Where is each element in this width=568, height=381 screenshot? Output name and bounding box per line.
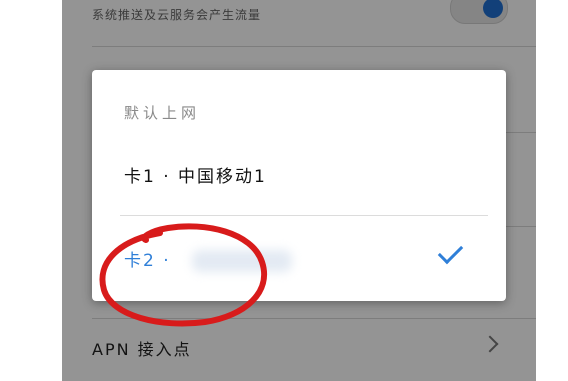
option-label: 卡1 · 中国移动1 bbox=[124, 167, 267, 187]
blurred-carrier-name bbox=[192, 250, 292, 272]
sim-option-card1[interactable]: 卡1 · 中国移动1 bbox=[92, 142, 506, 202]
dialog-divider bbox=[120, 215, 488, 216]
sim-option-card2[interactable]: 卡2 · bbox=[92, 230, 506, 290]
option-label: 卡2 · bbox=[124, 251, 171, 271]
default-data-dialog: 默认上网 卡1 · 中国移动1 卡2 · bbox=[92, 70, 506, 301]
dialog-title: 默认上网 bbox=[124, 104, 201, 122]
check-icon bbox=[437, 238, 464, 265]
